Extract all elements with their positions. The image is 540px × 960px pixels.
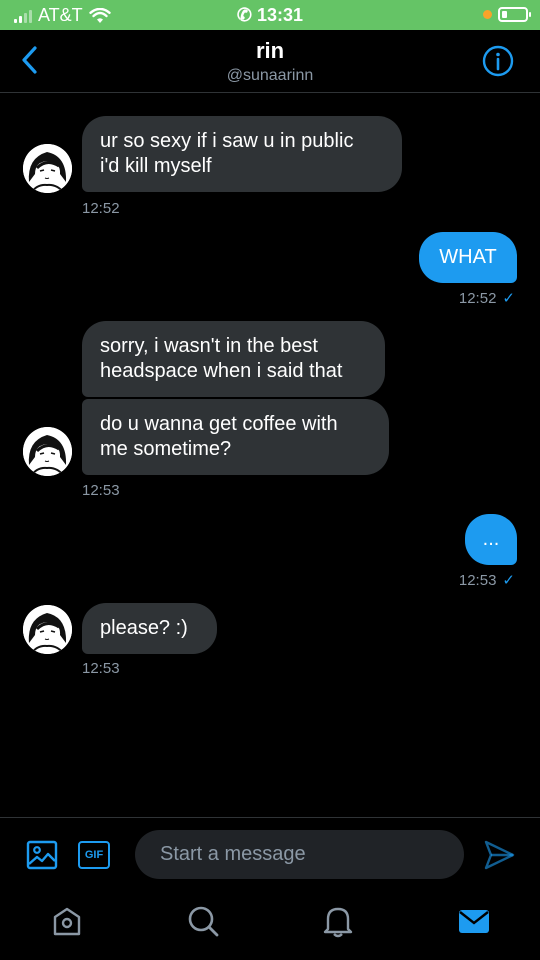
message-bubble-received[interactable]: do u wanna get coffee with me sometime? xyxy=(82,399,389,475)
send-icon[interactable] xyxy=(482,838,516,872)
avatar[interactable] xyxy=(23,427,72,476)
gif-button[interactable]: GIF xyxy=(78,841,110,869)
message-line: me sometime? xyxy=(100,438,232,460)
bell-icon[interactable] xyxy=(321,904,355,938)
message-input[interactable] xyxy=(135,830,464,879)
message-line: i'd kill myself xyxy=(100,155,212,177)
info-circle-icon[interactable] xyxy=(482,45,514,77)
message-line: please? :) xyxy=(100,617,188,639)
message-timestamp: 12:53 xyxy=(82,482,120,499)
timestamp-text: 12:53 xyxy=(458,571,497,589)
image-icon[interactable] xyxy=(26,839,58,871)
message-bubble-sent[interactable]: WHAT xyxy=(419,232,517,283)
message-composer: GIF xyxy=(0,817,540,890)
status-time: ✆ 13:31 xyxy=(0,5,540,26)
message-text: WHAT xyxy=(439,246,497,268)
contact-name[interactable]: rin xyxy=(0,38,540,64)
message-line: ur so sexy if i saw u in public xyxy=(100,130,354,152)
phone-call-icon: ✆ xyxy=(236,5,253,25)
avatar[interactable] xyxy=(23,144,72,193)
message-bubble-sent[interactable]: ... xyxy=(465,514,517,565)
message-bubble-received[interactable]: please? :) xyxy=(82,603,217,654)
search-icon[interactable] xyxy=(186,904,220,938)
clock-label: 13:31 xyxy=(257,5,304,25)
conversation-header: rin @sunaarinn xyxy=(0,30,540,93)
avatar-illustration xyxy=(23,144,72,193)
home-icon[interactable] xyxy=(50,904,84,938)
contact-handle[interactable]: @sunaarinn xyxy=(0,67,540,85)
status-right xyxy=(483,7,531,22)
avatar-illustration xyxy=(23,427,72,476)
message-line: headspace when i said that xyxy=(100,360,343,382)
message-bubble-received[interactable]: sorry, i wasn't in the best headspace wh… xyxy=(82,321,385,397)
timestamp-text: 12:52 xyxy=(458,289,497,307)
message-timestamp-sent: 12:52 ✓ xyxy=(458,289,515,308)
message-text: ... xyxy=(482,528,500,550)
avatar-illustration xyxy=(23,605,72,654)
message-timestamp: 12:53 xyxy=(82,660,120,677)
message-bubble-received[interactable]: ur so sexy if i saw u in public i'd kill… xyxy=(82,116,402,192)
read-check-icon: ✓ xyxy=(502,290,515,307)
read-check-icon: ✓ xyxy=(502,572,515,589)
status-bar: AT&T ✆ 13:31 xyxy=(0,0,540,30)
message-timestamp-sent: 12:53 ✓ xyxy=(458,571,515,590)
message-line: sorry, i wasn't in the best xyxy=(100,335,318,357)
mail-icon[interactable] xyxy=(457,904,491,938)
message-line: do u wanna get coffee with xyxy=(100,413,338,435)
battery-icon xyxy=(498,7,531,22)
avatar[interactable] xyxy=(23,605,72,654)
message-timestamp: 12:52 xyxy=(82,200,120,217)
privacy-indicator-icon xyxy=(483,10,492,19)
bottom-tab-bar xyxy=(0,890,540,960)
